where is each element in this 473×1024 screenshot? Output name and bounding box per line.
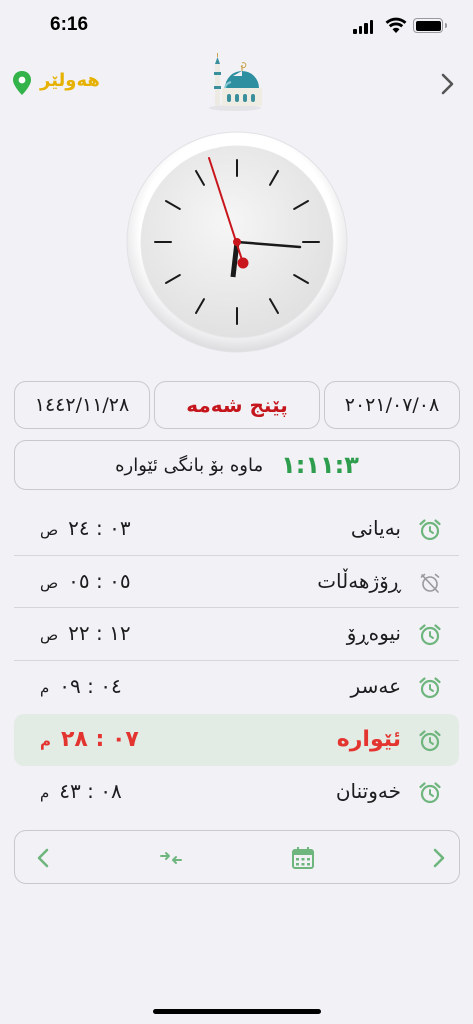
prayer-ampm: ص [40,573,59,592]
prayer-ampm: ص [40,521,59,539]
prayer-name: نیوەڕۆ [346,621,401,646]
alarm-clock-icon[interactable] [417,622,443,648]
hijri-date: ١٤٤٢/١١/٢٨ [14,381,150,429]
alarm-clock-icon[interactable] [417,728,443,754]
header: هەولێر [0,52,473,118]
battery-icon [413,18,447,33]
prayer-ampm: م [40,784,50,803]
calendar-icon[interactable] [289,844,317,872]
location-pin-icon[interactable] [12,71,32,95]
prayer-time: ص ٠٥ : ٠٥ [40,569,131,593]
prayer-time: ص ٠٣ : ٢٤ [40,516,131,540]
cellular-signal-icon [353,20,375,34]
weekday: پێنج شەمە [154,381,320,429]
alarm-clock-icon[interactable] [417,675,443,701]
prayer-time: م ٠٨ : ٤٣ [40,779,122,803]
prayer-time-value: ٠٧ : ٢٨ [61,726,139,752]
prayer-ampm: م [40,679,50,698]
prayer-name: ئێوارە [336,726,401,752]
prayer-row[interactable]: ص ١٢ : ٢٢ نیوەڕۆ [0,608,473,662]
prayer-name: بەیانی [350,516,401,540]
prayer-list: ص ٠٣ : ٢٤ بەیانی ص ٠٥ : ٠٥ ڕۆژهەڵات ص ١٢ : ٢٢ نی… [0,503,473,819]
chevron-right-icon[interactable] [436,69,460,99]
status-time: 6:16 [50,14,89,35]
prayer-name: عەسر [350,674,401,699]
prayer-row[interactable]: م ٠٨ : ٤٣ خەوتنان [0,766,473,819]
home-indicator[interactable] [153,1009,321,1014]
prayer-row[interactable]: م ٠٧ : ٢٨ ئێوارە [14,713,459,767]
prayer-time: م ٠٧ : ٢٨ [40,727,139,752]
prayer-row[interactable]: ص ٠٣ : ٢٤ بەیانی [0,503,473,556]
prayer-time-value: ٠٤ : ٠٩ [59,674,122,699]
countdown-time: ١:١١:٣ [281,451,359,479]
prayer-name: ڕۆژهەڵات [317,568,401,593]
chevron-right-icon[interactable] [425,844,453,872]
countdown-label: ماوە بۆ بانگی ئێوارە [115,454,264,476]
alarm-clock-icon[interactable] [417,517,443,543]
swap-arrows-icon[interactable] [157,844,185,872]
prayer-row[interactable]: م ٠٤ : ٠٩ عەسر [0,661,473,714]
status-bar: 6:16 [0,0,473,52]
prayer-time: م ٠٤ : ٠٩ [40,674,122,698]
prayer-time-value: ١٢ : ٢٢ [68,621,131,646]
prayer-time: ص ١٢ : ٢٢ [40,621,131,645]
prayer-time-value: ٠٣ : ٢٤ [68,516,131,540]
gregorian-date: ٢٠٢١/٠٧/٠٨ [324,381,460,429]
wifi-icon [385,17,407,33]
bottom-navigation [14,830,460,884]
analog-clock [126,131,348,353]
alarm-off-icon[interactable] [417,570,443,596]
mosque-logo-icon [209,53,262,111]
prayer-ampm: ص [40,626,59,645]
alarm-clock-icon[interactable] [417,780,443,806]
chevron-left-icon[interactable] [29,844,57,872]
prayer-row[interactable]: ص ٠٥ : ٠٥ ڕۆژهەڵات [0,556,473,609]
prayer-name: خەوتنان [335,779,401,804]
countdown-box: ماوە بۆ بانگی ئێوارە ١:١١:٣ [14,440,460,490]
prayer-time-value: ٠٥ : ٠٥ [68,568,131,593]
prayer-time-value: ٠٨ : ٤٣ [59,779,122,804]
city-name[interactable]: هەولێر [40,70,100,91]
prayer-ampm: م [40,731,51,750]
